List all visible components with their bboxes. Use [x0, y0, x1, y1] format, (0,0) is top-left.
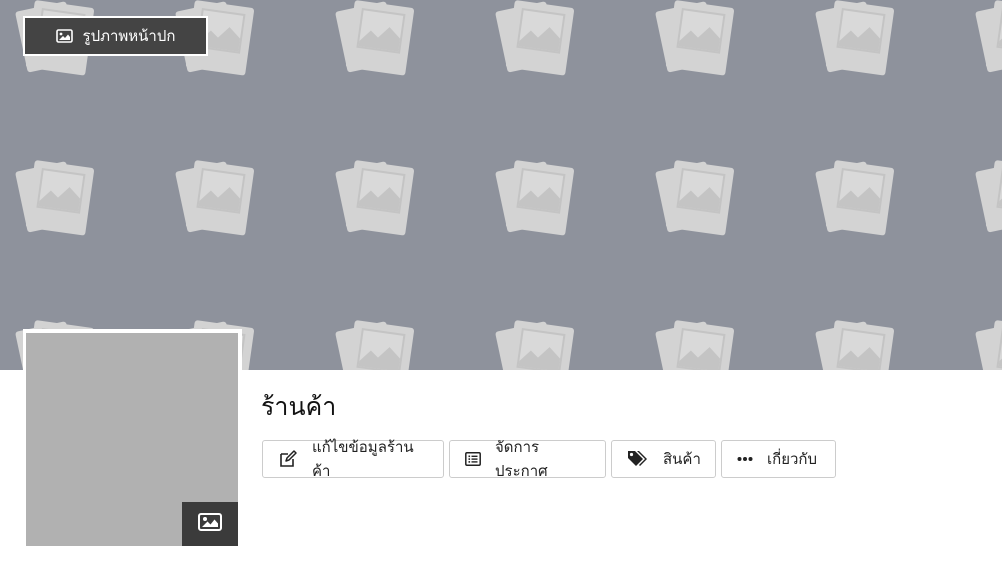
- shop-name: ร้านค้า: [261, 393, 337, 421]
- list-icon: [465, 452, 481, 466]
- shop-avatar-frame: [23, 329, 242, 549]
- shop-profile-page: รูปภาพหน้าปก ร้านค้า แก้ไขข้อมูลร้านค้า …: [0, 0, 1002, 561]
- tags-icon: [627, 450, 649, 468]
- change-cover-label: รูปภาพหน้าปก: [82, 28, 176, 45]
- manage-listings-label: จัดการประกาศ: [495, 439, 548, 480]
- products-label: สินค้า: [663, 451, 701, 468]
- change-cover-button[interactable]: รูปภาพหน้าปก: [23, 16, 208, 56]
- shop-avatar: [26, 333, 238, 546]
- about-label: เกี่ยวกับ: [767, 451, 818, 468]
- cover-image: รูปภาพหน้าปก: [0, 0, 1002, 370]
- about-button[interactable]: เกี่ยวกับ: [721, 440, 836, 478]
- manage-listings-button[interactable]: จัดการประกาศ: [449, 439, 606, 480]
- shop-actions-toolbar: แก้ไขข้อมูลร้านค้า จัดการประกาศ สินค้า เ…: [262, 439, 836, 480]
- edit-shop-label: แก้ไขข้อมูลร้านค้า: [312, 439, 414, 480]
- image-icon: [198, 512, 222, 536]
- image-icon: [55, 29, 73, 43]
- products-button[interactable]: สินค้า: [611, 440, 716, 478]
- edit-shop-button[interactable]: แก้ไขข้อมูลร้านค้า: [262, 439, 444, 480]
- edit-icon: [278, 450, 298, 468]
- change-avatar-button[interactable]: [182, 502, 238, 546]
- more-dots-icon: [737, 456, 753, 462]
